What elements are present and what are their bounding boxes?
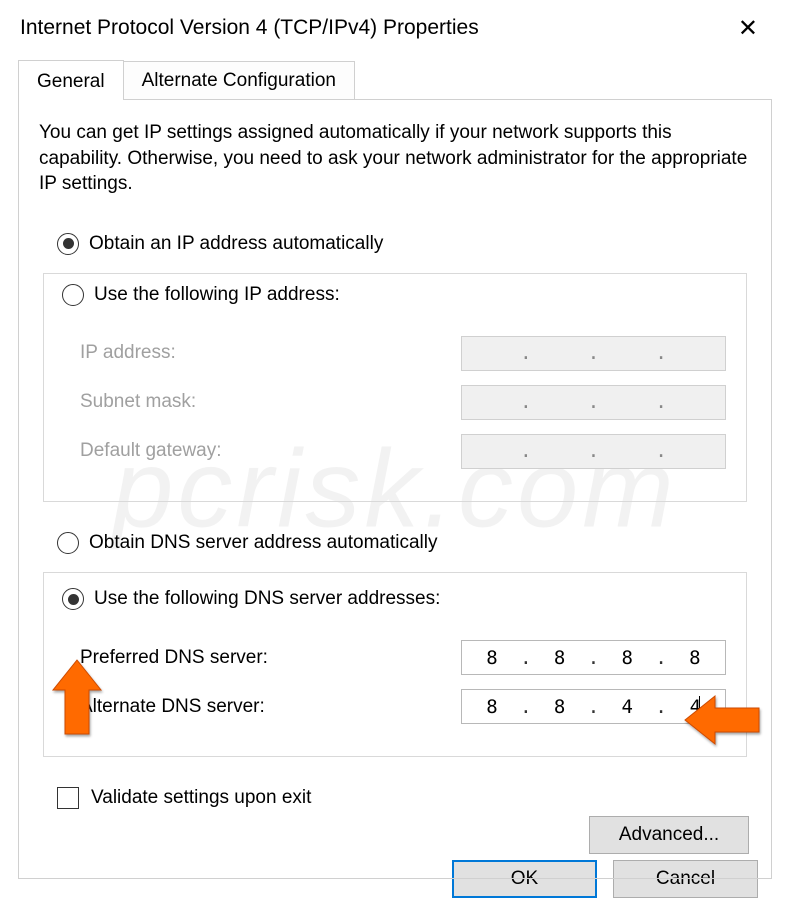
advanced-button[interactable]: Advanced...: [589, 816, 749, 854]
radio-icon[interactable]: [62, 588, 84, 610]
radio-label: Obtain an IP address automatically: [89, 233, 383, 255]
validate-checkbox-row[interactable]: Validate settings upon exit: [57, 787, 751, 809]
titlebar: Internet Protocol Version 4 (TCP/IPv4) P…: [0, 0, 790, 56]
radio-use-following-ip[interactable]: Use the following IP address:: [62, 284, 348, 306]
field-alternate-dns: Alternate DNS server: 8. 8. 4. 4: [80, 689, 726, 724]
radio-icon[interactable]: [57, 532, 79, 554]
field-subnet-mask: Subnet mask: . . .: [80, 385, 726, 420]
alternate-dns-input[interactable]: 8. 8. 4. 4: [461, 689, 726, 724]
intro-text: You can get IP settings assigned automat…: [39, 120, 751, 197]
field-ip-address: IP address: . . .: [80, 336, 726, 371]
ip-group: Use the following IP address: IP address…: [43, 273, 747, 502]
subnet-mask-input: . . .: [461, 385, 726, 420]
close-icon[interactable]: ✕: [726, 10, 770, 47]
default-gateway-label: Default gateway:: [80, 440, 461, 462]
octet[interactable]: 8: [472, 647, 512, 669]
radio-obtain-ip-auto[interactable]: Obtain an IP address automatically: [57, 233, 751, 255]
preferred-dns-input[interactable]: 8. 8. 8. 8: [461, 640, 726, 675]
checkbox-icon[interactable]: [57, 787, 79, 809]
field-preferred-dns: Preferred DNS server: 8. 8. 8. 8: [80, 640, 726, 675]
radio-label: Use the following DNS server addresses:: [94, 588, 440, 610]
octet[interactable]: 8: [607, 647, 647, 669]
default-gateway-input: . . .: [461, 434, 726, 469]
alternate-dns-label: Alternate DNS server:: [80, 696, 461, 718]
radio-icon[interactable]: [57, 233, 79, 255]
text-caret: [699, 696, 700, 718]
subnet-mask-label: Subnet mask:: [80, 391, 461, 413]
octet[interactable]: 8: [472, 696, 512, 718]
tabs: General Alternate Configuration: [18, 56, 772, 99]
tab-general[interactable]: General: [18, 60, 124, 100]
radio-obtain-dns-auto[interactable]: Obtain DNS server address automatically: [57, 532, 751, 554]
octet[interactable]: 8: [675, 647, 715, 669]
window-title: Internet Protocol Version 4 (TCP/IPv4) P…: [20, 16, 726, 40]
radio-use-following-dns[interactable]: Use the following DNS server addresses:: [62, 588, 448, 610]
ip-address-input: . . .: [461, 336, 726, 371]
octet[interactable]: 4: [675, 696, 715, 719]
dns-group: Use the following DNS server addresses: …: [43, 572, 747, 758]
radio-label: Use the following IP address:: [94, 284, 340, 306]
radio-icon[interactable]: [62, 284, 84, 306]
panel-general: pcrisk.com You can get IP settings assig…: [18, 99, 772, 879]
field-default-gateway: Default gateway: . . .: [80, 434, 726, 469]
octet[interactable]: 4: [607, 696, 647, 718]
validate-label: Validate settings upon exit: [91, 787, 311, 809]
preferred-dns-label: Preferred DNS server:: [80, 647, 461, 669]
tabs-container: General Alternate Configuration: [0, 56, 790, 99]
octet[interactable]: 8: [540, 647, 580, 669]
ip-address-label: IP address:: [80, 342, 461, 364]
octet[interactable]: 8: [540, 696, 580, 718]
radio-label: Obtain DNS server address automatically: [89, 532, 437, 554]
tab-alternate[interactable]: Alternate Configuration: [123, 61, 355, 99]
